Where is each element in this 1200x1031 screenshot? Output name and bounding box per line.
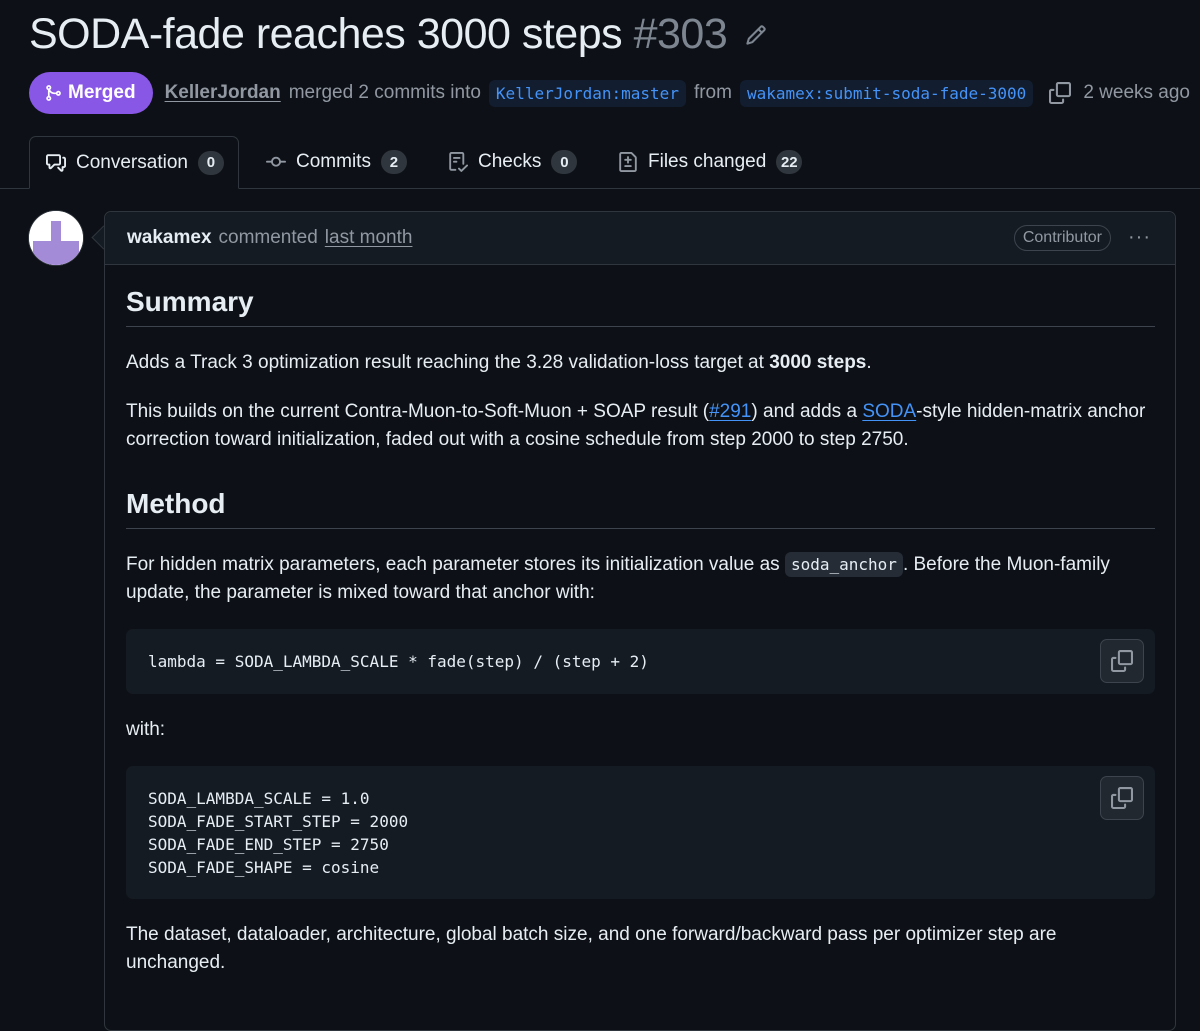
code-block-lambda: lambda = SODA_LAMBDA_SCALE * fade(step) … (126, 629, 1155, 694)
summary-paragraph-2: This builds on the current Contra-Muon-t… (126, 398, 1155, 454)
summary-heading: Summary (126, 286, 1155, 327)
tab-commits-label: Commits (296, 151, 371, 172)
head-branch[interactable]: wakamex:submit-soda-fade-3000 (739, 79, 1034, 107)
pr-title: SODA-fade reaches 3000 steps #303 (29, 10, 728, 59)
tab-files-changed-count: 22 (776, 150, 803, 174)
copy-code-button[interactable] (1100, 639, 1144, 683)
tab-checks[interactable]: Checks 0 (432, 136, 591, 188)
with-text: with: (126, 719, 166, 740)
tab-commits[interactable]: Commits 2 (250, 136, 421, 188)
merged-status-badge: Merged (29, 72, 153, 114)
tab-files-changed[interactable]: Files changed 22 (602, 136, 816, 188)
tab-conversation[interactable]: Conversation 0 (29, 136, 239, 189)
code-config: SODA_LAMBDA_SCALE = 1.0 SODA_FADE_START_… (148, 789, 409, 877)
p1-end: . (866, 352, 872, 373)
copy-icon (1111, 787, 1133, 809)
git-merge-icon (46, 85, 61, 101)
pr-tabs: Conversation 0 Commits 2 Checks 0 Files … (0, 136, 1200, 189)
contributor-badge: Contributor (1013, 225, 1111, 251)
copy-code-button[interactable] (1100, 776, 1144, 820)
tab-files-changed-label: Files changed (648, 151, 767, 172)
file-diff-icon (619, 152, 637, 172)
unchanged-paragraph: The dataset, dataloader, architecture, g… (126, 924, 1057, 973)
code-block-config: SODA_LAMBDA_SCALE = 1.0 SODA_FADE_START_… (126, 766, 1155, 899)
merged-label: Merged (68, 82, 136, 103)
method-paragraph: For hidden matrix parameters, each param… (126, 551, 1155, 607)
p3-text-a: For hidden matrix parameters, each param… (126, 554, 785, 575)
pr-title-text: SODA-fade reaches 3000 steps (29, 10, 623, 58)
from-text: from (693, 82, 732, 103)
method-heading: Method (126, 488, 1155, 529)
pr-number: #303 (633, 10, 728, 58)
pr-title-row: SODA-fade reaches 3000 steps #303 (29, 10, 767, 59)
p2-text-a: This builds on the current Contra-Muon-t… (126, 401, 710, 422)
summary-paragraph-1: Adds a Track 3 optimization result reach… (126, 349, 1155, 377)
merge-text: merged 2 commits into (288, 82, 481, 103)
soda-link[interactable]: SODA (862, 401, 916, 422)
copy-icon (1111, 650, 1133, 672)
comment-discussion-icon (46, 153, 66, 172)
tab-conversation-label: Conversation (76, 151, 188, 173)
code-lambda: lambda = SODA_LAMBDA_SCALE * fade(step) … (148, 652, 649, 671)
tab-conversation-count: 0 (197, 150, 224, 175)
tab-commits-count: 2 (380, 150, 407, 174)
checklist-icon (449, 152, 468, 172)
p1-bold: 3000 steps (769, 352, 867, 373)
soda-anchor-code: soda_anchor (784, 552, 903, 577)
git-commit-icon (266, 156, 286, 167)
tab-checks-count: 0 (551, 150, 578, 174)
p1-text: Adds a Track 3 optimization result reach… (126, 352, 770, 373)
tab-checks-label: Checks (478, 151, 542, 172)
comment-header: wakamex commented last month Contributor… (105, 212, 1175, 265)
comment-body: Summary Adds a Track 3 optimization resu… (126, 264, 1155, 977)
comment-author[interactable]: wakamex (127, 227, 212, 249)
pr-291-link[interactable]: #291 (709, 401, 751, 422)
identicon-avatar (29, 211, 83, 265)
comment-action: commented (218, 227, 318, 248)
pencil-icon[interactable] (745, 24, 767, 46)
copy-branch-icon[interactable] (1049, 82, 1072, 104)
comment-time[interactable]: last month (325, 227, 413, 249)
avatar[interactable] (29, 211, 83, 265)
pr-meta: Merged KellerJordan merged 2 commits int… (29, 72, 1190, 114)
author-link[interactable]: KellerJordan (165, 82, 281, 104)
p2-text-b: ) and adds a (751, 401, 863, 422)
time-ago: 2 weeks ago (1083, 82, 1190, 103)
kebab-menu-icon[interactable]: ··· (1128, 226, 1151, 249)
base-branch[interactable]: KellerJordan:master (488, 79, 686, 107)
